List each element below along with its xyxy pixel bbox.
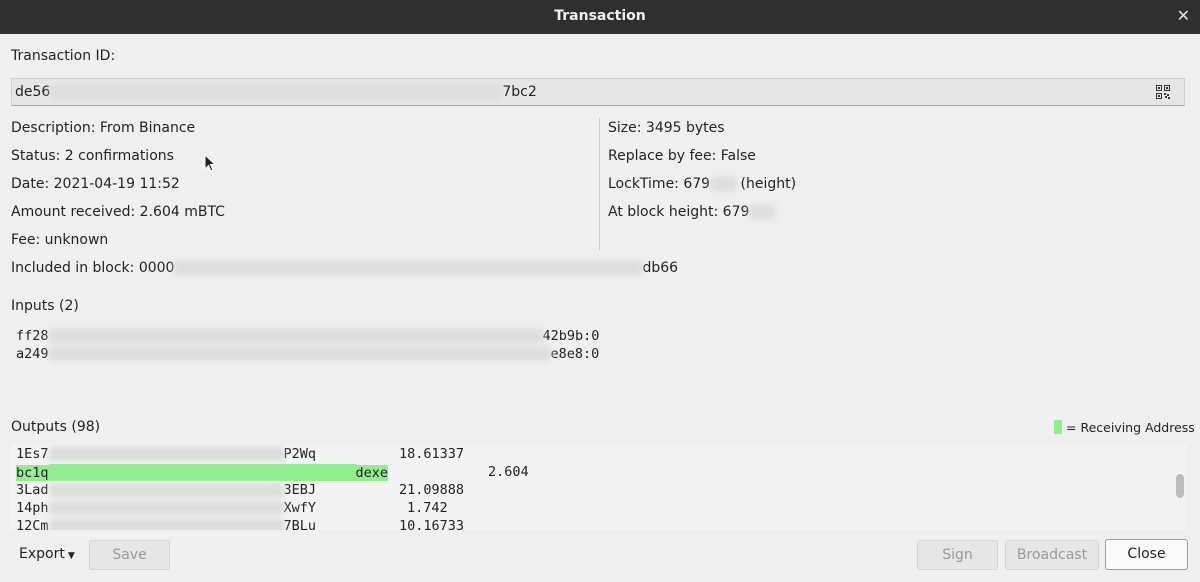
close-button[interactable]: Close xyxy=(1105,539,1188,570)
locktime-suffix: (height) xyxy=(740,176,797,192)
output-redacted xyxy=(48,519,284,530)
included-redacted xyxy=(174,261,643,275)
input-prefix: ff28 xyxy=(16,328,49,344)
outputs-scrollbar[interactable] xyxy=(1173,446,1187,530)
chevron-down-icon: ▼ xyxy=(67,551,75,561)
block-height-redacted xyxy=(749,205,776,219)
output-suffix: P2Wq xyxy=(283,446,317,462)
input-redacted xyxy=(48,329,543,343)
included-in-block-text: Included in block: 0000 db66 xyxy=(11,260,678,276)
input-row[interactable]: a249 e8e8:0 xyxy=(16,346,599,362)
input-row[interactable]: ff28 42b9b:0 xyxy=(16,328,599,344)
legend-text: = Receiving Address xyxy=(1066,420,1195,435)
input-redacted xyxy=(48,347,551,361)
output-redacted xyxy=(48,483,284,497)
output-prefix: 14ph xyxy=(16,500,49,516)
included-prefix: Included in block: 0000 xyxy=(11,260,175,276)
title-bar: Transaction ✕ xyxy=(0,0,1200,34)
locktime-text: LockTime: 679 (height) xyxy=(608,176,796,192)
details-divider xyxy=(599,118,600,250)
output-amount: 2.604 xyxy=(488,464,529,480)
locktime-redacted xyxy=(710,177,737,191)
locktime-prefix: LockTime: 679 xyxy=(608,176,711,192)
save-button[interactable]: Save xyxy=(89,540,170,570)
output-amount: 10.16733 xyxy=(399,518,465,530)
txid-value[interactable]: de56 7bc2 xyxy=(15,84,537,100)
output-prefix: 3Lad xyxy=(16,482,49,498)
replace-by-fee-text: Replace by fee: False xyxy=(608,148,756,164)
txid-field[interactable]: de56 7bc2 xyxy=(11,78,1185,106)
window-title: Transaction xyxy=(554,8,646,24)
description-text: Description: From Binance xyxy=(11,120,196,136)
output-amount: 21.09888 xyxy=(399,482,465,498)
outputs-list[interactable]: 1Es7 P2Wq 18.61337 bc1q dexe 2.604 3Lad 3EB… xyxy=(11,444,1187,530)
output-redacted xyxy=(48,464,356,481)
export-label: Export xyxy=(19,546,65,562)
outputs-label: Outputs (98) xyxy=(11,419,101,435)
input-suffix: 42b9b:0 xyxy=(542,328,600,344)
output-row[interactable]: 1Es7 P2Wq xyxy=(16,446,316,462)
output-suffix: dexe xyxy=(355,464,389,481)
output-row[interactable]: 14ph XwfY xyxy=(16,500,316,516)
fee-text: Fee: unknown xyxy=(11,232,109,248)
input-suffix: e8e8:0 xyxy=(550,346,600,362)
txid-redacted xyxy=(50,85,503,99)
output-amount: 18.61337 xyxy=(399,446,465,462)
output-prefix: bc1q xyxy=(16,464,49,481)
inputs-label: Inputs (2) xyxy=(11,298,79,314)
output-row[interactable]: 3Lad 3EBJ xyxy=(16,482,316,498)
txid-suffix: 7bc2 xyxy=(502,84,537,100)
txid-prefix: de56 xyxy=(15,84,51,100)
output-row-receiving[interactable]: bc1q dexe xyxy=(16,464,389,481)
output-amount: 1.742 xyxy=(407,500,448,516)
legend-swatch xyxy=(1054,420,1062,434)
sign-button[interactable]: Sign xyxy=(917,540,998,570)
output-suffix: 7BLu xyxy=(283,518,317,530)
output-redacted xyxy=(48,447,284,461)
date-text: Date: 2021-04-19 11:52 xyxy=(11,176,180,192)
broadcast-button[interactable]: Broadcast xyxy=(1005,540,1099,570)
input-prefix: a249 xyxy=(16,346,49,362)
mouse-cursor-icon xyxy=(204,154,217,172)
output-prefix: 12Cm xyxy=(16,518,49,530)
block-height-prefix: At block height: 679 xyxy=(608,204,750,220)
output-row[interactable]: 12Cm 7BLu xyxy=(16,518,316,530)
amount-received-text: Amount received: 2.604 mBTC xyxy=(11,204,225,220)
size-text: Size: 3495 bytes xyxy=(608,120,725,136)
output-suffix: 3EBJ xyxy=(283,482,317,498)
scrollbar-thumb[interactable] xyxy=(1176,474,1184,498)
qr-code-icon[interactable] xyxy=(1156,85,1170,99)
export-menu-button[interactable]: Export ▼ xyxy=(19,546,75,562)
output-prefix: 1Es7 xyxy=(16,446,49,462)
txid-label: Transaction ID: xyxy=(11,48,116,64)
block-height-text: At block height: 679 xyxy=(608,204,776,220)
included-suffix: db66 xyxy=(642,260,679,276)
receiving-address-legend: = Receiving Address xyxy=(1054,420,1195,435)
output-redacted xyxy=(48,501,284,515)
output-suffix: XwfY xyxy=(283,500,317,516)
status-text: Status: 2 confirmations xyxy=(11,148,174,164)
window-close-icon[interactable]: ✕ xyxy=(1177,0,1190,32)
